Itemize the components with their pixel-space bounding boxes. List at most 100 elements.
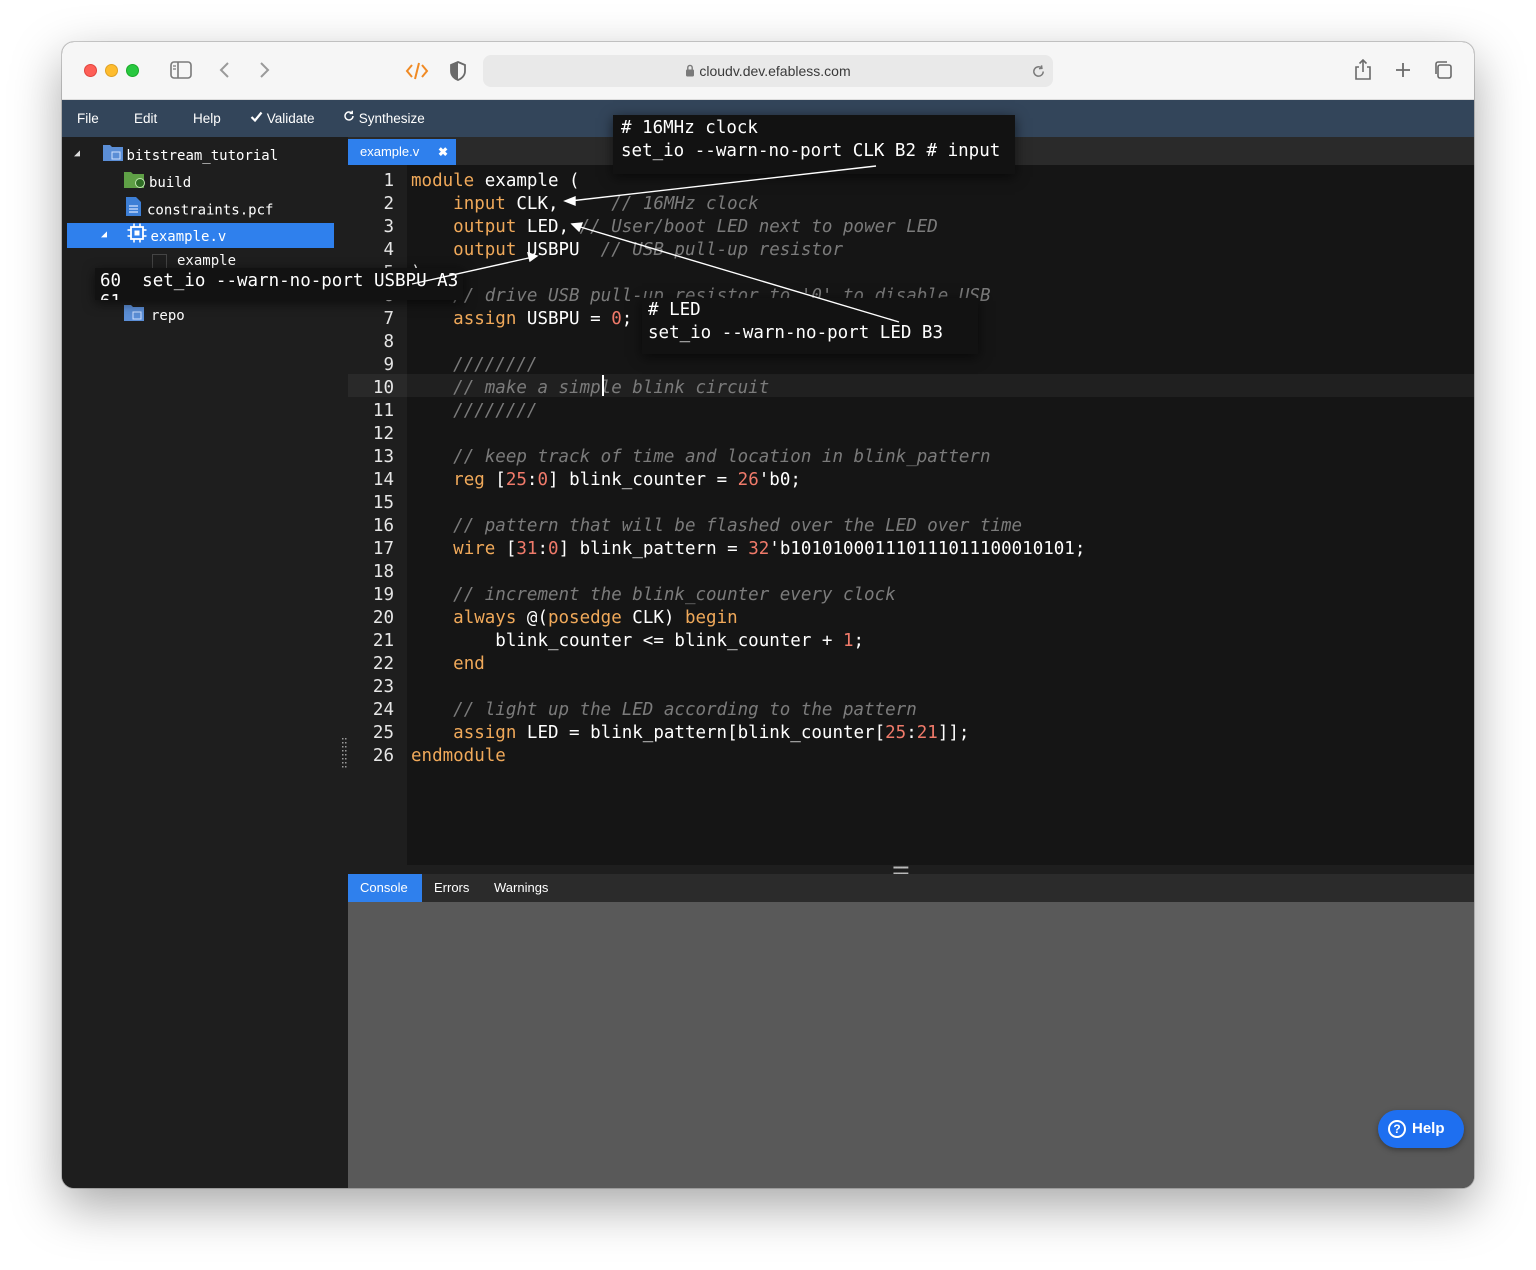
expand-triangle-icon[interactable]: ◢ (101, 223, 115, 247)
code-editor: example.v ✖ 1 2 3 4 5 6 7 8 9 10 11 12 1… (348, 137, 1474, 878)
zoom-window-button[interactable] (126, 64, 139, 77)
code-line-9: //////// (453, 355, 538, 375)
line-number: 9 (383, 355, 394, 375)
tree-label-build: build (149, 175, 192, 191)
synthesize-icon (343, 99, 355, 136)
tree-item-repo[interactable]: repo (123, 302, 185, 326)
code-line-2: input CLK, // 16MHz clock (453, 194, 759, 214)
help-button[interactable]: ? Help (1378, 1110, 1464, 1148)
validate-label: Validate (266, 111, 315, 126)
code-line-24: // light up the LED according to the pat… (453, 700, 917, 720)
line-number: 23 (372, 677, 394, 697)
repo-folder-icon (123, 302, 147, 330)
line-number: 8 (383, 332, 394, 352)
help-question-icon: ? (1388, 1120, 1406, 1138)
console-panel: Console Errors Warnings ? Help (348, 874, 1474, 1188)
reload-icon[interactable] (1029, 62, 1047, 80)
document-file-icon (125, 196, 142, 225)
address-bar[interactable]: cloudv.dev.efabless.com (483, 55, 1053, 87)
annotation-clk-comment: # 16MHz clock (621, 118, 758, 138)
code-line-10: // make a simple blink circuit (453, 378, 770, 398)
line-number: 21 (372, 631, 394, 651)
synthesize-label: Synthesize (358, 111, 425, 126)
browser-toolbar: cloudv.dev.efabless.com (62, 42, 1474, 100)
sidebar-toggle-icon[interactable] (168, 59, 194, 81)
text-cursor (602, 375, 604, 396)
code-line-25: assign LED = blink_pattern[blink_counter… (453, 723, 970, 743)
line-number: 22 (372, 654, 394, 674)
line-number: 11 (372, 401, 394, 421)
annotation-clk: # 16MHz clock set_io --warn-no-port CLK B… (613, 115, 1015, 174)
panel-resize-handle[interactable] (342, 737, 347, 773)
code-line-16: // pattern that will be flashed over the… (453, 516, 1023, 536)
tree-label-constraints: constraints.pcf (147, 202, 274, 219)
help-button-label: Help (1412, 1120, 1445, 1137)
code-line-3: output LED, // User/boot LED next to pow… (453, 217, 938, 237)
line-number: 25 (372, 723, 394, 743)
line-number: 12 (372, 424, 394, 444)
line-number: 16 (372, 516, 394, 536)
line-number: 10 (372, 378, 394, 398)
checkmark-icon (250, 99, 263, 136)
module-box-icon (152, 253, 167, 269)
code-line-26: endmodule (411, 746, 506, 766)
annotation-led-line: set_io --warn-no-port LED B3 (648, 323, 944, 343)
synthesize-button[interactable]: Synthesize (343, 100, 425, 137)
line-number: 17 (372, 539, 394, 559)
tree-item-constraints[interactable]: constraints.pcf (125, 196, 273, 220)
menu-file[interactable]: File (77, 100, 99, 137)
share-icon[interactable] (1352, 57, 1374, 83)
forward-icon[interactable] (254, 59, 274, 81)
annotation-usbpu: 60 set_io --warn-no-port USBPU A3 61 (95, 268, 463, 300)
code-line-7: assign USBPU = 0; (453, 309, 633, 329)
tab-label: example.v (360, 144, 420, 159)
code-line-20: always @(posedge CLK) begin (453, 608, 738, 628)
line-number: 3 (383, 217, 394, 237)
console-tabbar: Console Errors Warnings (348, 874, 1474, 902)
tab-console[interactable]: Console (348, 874, 422, 902)
line-number: 26 (372, 746, 394, 766)
tree-item-build[interactable]: build (123, 169, 191, 193)
line-number: 4 (383, 240, 394, 260)
tree-item-example-v[interactable]: ◢ example.v (101, 223, 226, 247)
tree-item-bitstream-tutorial[interactable]: ◢ bitstream_tutorial (74, 142, 278, 166)
developer-code-icon[interactable] (404, 59, 430, 83)
code-line-17: wire [31:0] blink_pattern = 32'b10101000… (453, 539, 1086, 559)
line-number: 24 (372, 700, 394, 720)
code-line-14: reg [25:0] blink_counter = 26'b0; (453, 470, 801, 490)
code-line-4: output USBPU // USB pull-up resistor (453, 240, 843, 260)
tab-close-icon[interactable]: ✖ (438, 139, 448, 165)
annotation-usbpu-line-number: 60 (100, 271, 122, 291)
editor-resize-handle[interactable]: ▪▪▪▪▪▪▪▪▪▪▪▪▪▪▪▪ (893, 864, 929, 878)
code-line-1: module example ( (411, 171, 580, 191)
tab-warnings[interactable]: Warnings (482, 874, 560, 902)
line-number: 7 (383, 309, 394, 329)
tree-label-example-v: example.v (150, 229, 227, 245)
tab-overview-icon[interactable] (1432, 59, 1454, 81)
collapse-triangle-icon[interactable]: ◢ (74, 142, 88, 166)
privacy-shield-icon[interactable] (447, 59, 469, 83)
minimize-window-button[interactable] (105, 64, 118, 77)
back-icon[interactable] (215, 59, 235, 81)
url-text: cloudv.dev.efabless.com (699, 63, 851, 79)
menu-edit[interactable]: Edit (134, 100, 157, 137)
line-number: 19 (372, 585, 394, 605)
tab-errors[interactable]: Errors (422, 874, 481, 902)
project-folder-icon (102, 142, 124, 170)
tree-label-repo: repo (151, 308, 185, 324)
menu-help[interactable]: Help (193, 100, 221, 137)
line-number: 20 (372, 608, 394, 628)
line-number: 13 (372, 447, 394, 467)
annotation-clk-line: set_io --warn-no-port CLK B2 # input (621, 141, 1001, 161)
tab-example-v[interactable]: example.v ✖ (348, 139, 456, 165)
close-window-button[interactable] (84, 64, 97, 77)
annotation-led: # LED set_io --warn-no-port LED B3 (642, 298, 978, 354)
line-number: 18 (372, 562, 394, 582)
code-line-11: //////// (453, 401, 538, 421)
annotation-led-comment: # LED (648, 300, 701, 320)
verilog-chip-icon (127, 223, 147, 251)
line-number: 1 (383, 171, 394, 191)
annotation-usbpu-line: set_io --warn-no-port USBPU A3 (142, 271, 459, 291)
new-tab-icon[interactable] (1392, 59, 1414, 81)
validate-button[interactable]: Validate (250, 100, 315, 137)
